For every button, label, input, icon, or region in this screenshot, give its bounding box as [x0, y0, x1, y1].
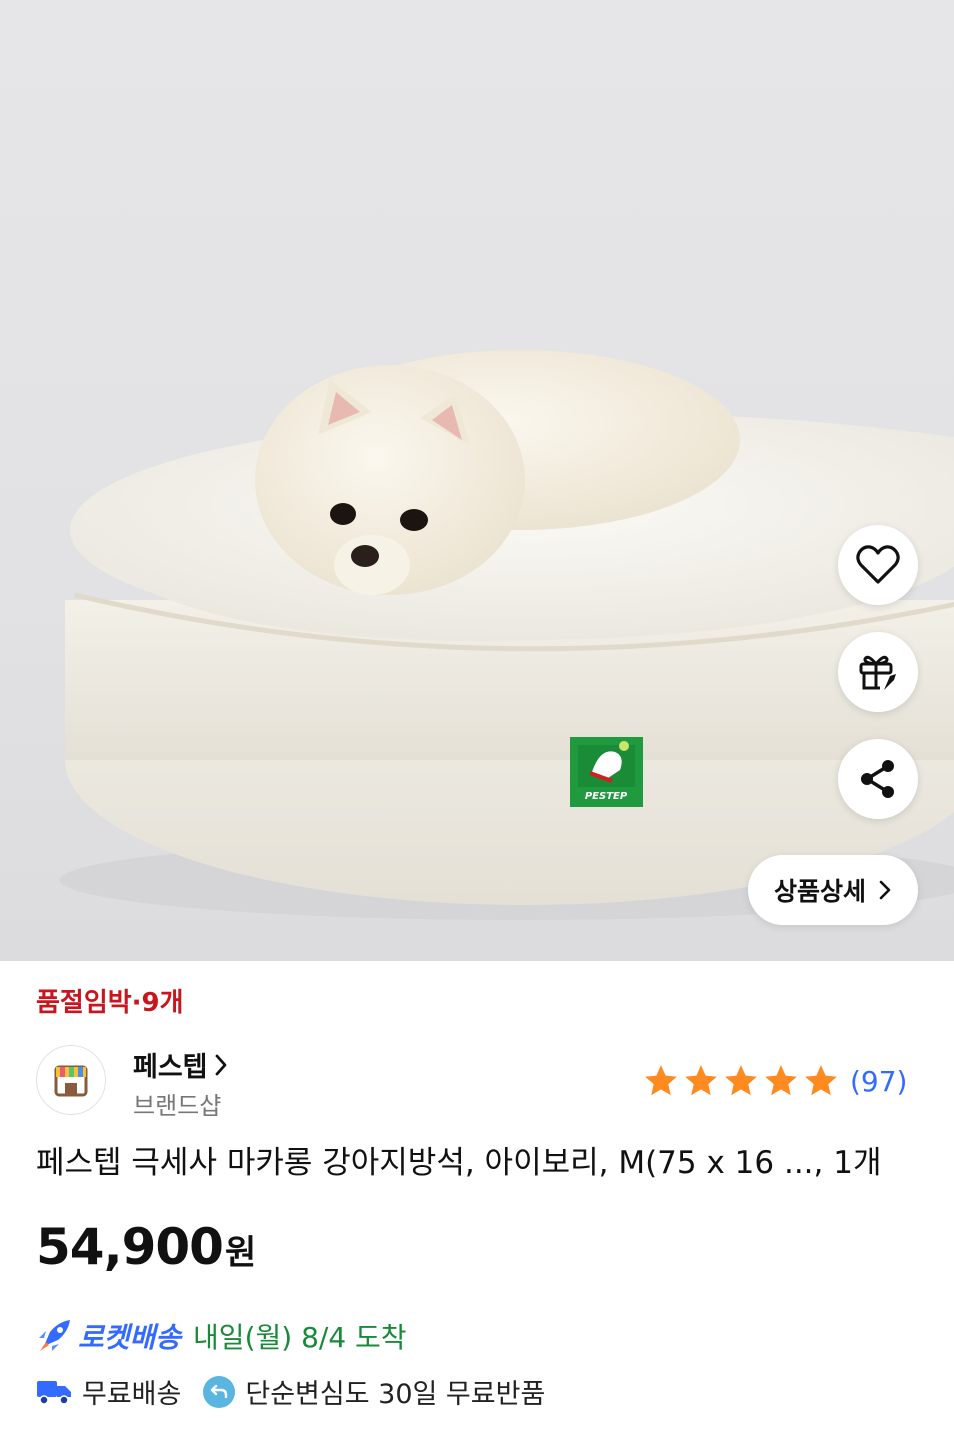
return-icon: [203, 1375, 236, 1408]
seller-name-link[interactable]: 페스텝: [133, 1045, 228, 1084]
free-shipping-label: 무료배송: [82, 1379, 182, 1410]
product-photo: PESTEP: [60, 350, 954, 920]
share-icon: [861, 760, 894, 798]
free-return-label: 단순변심도 30일 무료반품: [245, 1379, 546, 1410]
seller-name: 페스텝: [133, 1052, 208, 1083]
brand-badge: PESTEP: [570, 737, 643, 807]
store-icon: [54, 1065, 88, 1097]
rating-summary[interactable]: (97): [642, 1062, 907, 1100]
product-title: 페스텝 극세사 마카롱 강아지방석, 아이보리, M(75 x 16 ..., …: [36, 1145, 882, 1181]
price: 54,900 원: [36, 1218, 256, 1276]
heart-icon: [856, 545, 900, 584]
rocket-icon: [39, 1320, 70, 1351]
stock-warning: 품절임박·9개: [36, 988, 184, 1018]
delivery-info: 로켓배송 내일(월) 8/4 도착: [36, 1316, 407, 1356]
chevron-right-icon: [879, 880, 891, 900]
gift-rocket-icon: [859, 655, 896, 690]
product-image[interactable]: PESTEP 상품상세: [0, 0, 954, 961]
product-detail-label: 상품상세: [773, 877, 866, 906]
free-return: 단순변심도 30일 무료반품: [203, 1372, 545, 1411]
free-shipping: 무료배송: [36, 1372, 181, 1411]
product-detail-button[interactable]: 상품상세: [748, 855, 918, 925]
brand-badge-text: PESTEP: [585, 791, 628, 802]
wishlist-button[interactable]: [838, 525, 918, 605]
star-icon: [765, 1065, 797, 1096]
seller-type: 브랜드샵: [133, 1092, 222, 1120]
review-count[interactable]: (97): [850, 1065, 907, 1098]
star-icon: [805, 1065, 837, 1096]
star-icon: [645, 1065, 677, 1096]
star-icon: [685, 1065, 717, 1096]
gift-button[interactable]: [838, 632, 918, 712]
share-button[interactable]: [838, 739, 918, 819]
truck-icon: [37, 1380, 71, 1405]
seller-logo[interactable]: [36, 1045, 106, 1115]
arrival-date: 내일(월) 8/4 도착: [193, 1321, 407, 1354]
chevron-right-icon: [215, 1054, 226, 1075]
price-unit: 원: [224, 1233, 257, 1273]
benefits-row: 무료배송 단순변심도 30일 무료반품: [36, 1372, 567, 1411]
price-amount: 54,900: [36, 1218, 224, 1276]
rocket-delivery-label: 로켓배송: [78, 1321, 182, 1354]
star-icon: [725, 1065, 757, 1096]
